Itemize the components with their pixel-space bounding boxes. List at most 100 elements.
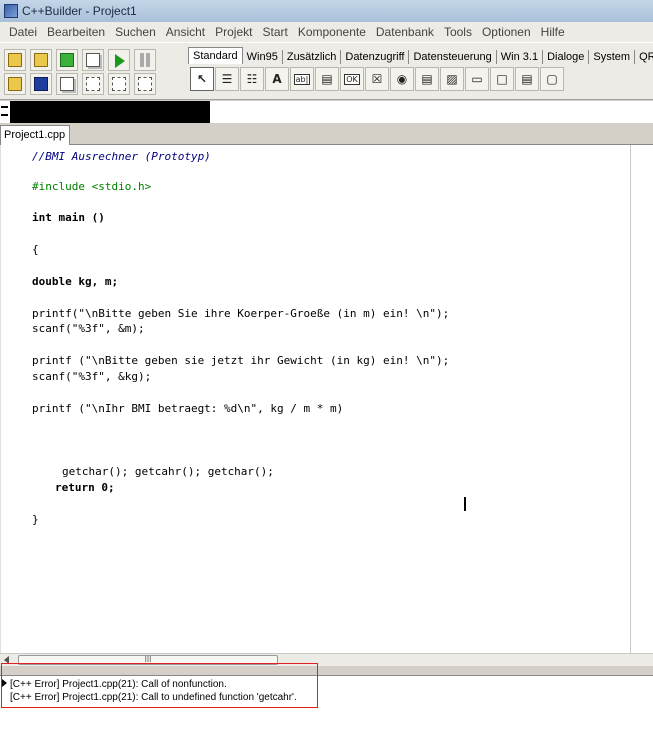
memo-component[interactable]: ▤ — [315, 67, 339, 91]
menu-bar: Datei Bearbeiten Suchen Ansicht Projekt … — [0, 22, 653, 42]
listbox-component[interactable]: ▤ — [415, 67, 439, 91]
text-cursor — [464, 497, 466, 511]
menu-datei[interactable]: Datei — [4, 25, 42, 39]
editor-gutter — [0, 145, 1, 653]
menu-tools[interactable]: Tools — [439, 25, 477, 39]
code-line: return 0; — [55, 481, 115, 494]
pointer-icon: ↖ — [196, 72, 208, 86]
menu-projekt[interactable]: Projekt — [210, 25, 257, 39]
save-button[interactable] — [30, 73, 52, 95]
trace-into-icon — [112, 77, 126, 91]
open-file-button[interactable] — [30, 49, 52, 71]
panel-icon: ▢ — [546, 72, 558, 86]
tab-win95[interactable]: Win95 — [243, 50, 283, 64]
window-title: C++Builder - Project1 — [22, 4, 137, 18]
tab-datenzugriff[interactable]: Datenzugriff — [341, 50, 410, 64]
open-project-button[interactable] — [4, 49, 26, 71]
form-icon — [86, 77, 100, 91]
folder-icon — [8, 77, 22, 91]
pause-button[interactable] — [134, 49, 156, 71]
code-line: //BMI Ausrechner (Prototyp) — [32, 150, 211, 163]
file-tab-bar: Project1.cpp — [0, 123, 653, 145]
toolbar-area: Standard Win95 Zusätzlich Datenzugriff D… — [0, 42, 653, 100]
groupbox-component[interactable]: □ — [490, 67, 514, 91]
memo-icon: ▤ — [321, 72, 333, 86]
main-menu-icon: ☰ — [221, 72, 233, 86]
error-highlight-box — [1, 663, 318, 708]
code-line: { — [32, 243, 39, 256]
button-component[interactable]: OK — [340, 67, 364, 91]
tab-qrepo[interactable]: QRepo — [635, 50, 653, 64]
menu-datenbank[interactable]: Datenbank — [371, 25, 439, 39]
title-bar: C++Builder - Project1 — [0, 0, 653, 22]
panel-component[interactable]: ▢ — [540, 67, 564, 91]
pages-icon — [86, 53, 100, 67]
palette-tabs: Standard Win95 Zusätzlich Datenzugriff D… — [188, 46, 653, 64]
tab-standard[interactable]: Standard — [188, 47, 243, 64]
menu-icon[interactable] — [1, 106, 8, 116]
pointer-tool[interactable]: ↖ — [190, 67, 214, 91]
tab-system[interactable]: System — [589, 50, 636, 64]
code-line: double kg, m; — [32, 275, 119, 288]
code-line: scanf("%3f", &m); — [32, 322, 145, 335]
code-line: printf ("\nIhr BMI betraegt: %d\n", kg /… — [32, 402, 344, 415]
scrollbar-component[interactable]: ▭ — [465, 67, 489, 91]
radiogroup-component[interactable]: ▤ — [515, 67, 539, 91]
checkbox-icon: ☒ — [371, 72, 383, 86]
tab-dialoge[interactable]: Dialoge — [543, 50, 590, 64]
listbox-icon: ▤ — [421, 72, 433, 86]
tab-win31[interactable]: Win 3.1 — [497, 50, 544, 64]
save-all-button[interactable] — [56, 73, 78, 95]
disk-icon — [34, 77, 48, 91]
menu-hilfe[interactable]: Hilfe — [536, 25, 570, 39]
menu-komponente[interactable]: Komponente — [293, 25, 371, 39]
folder-icon — [8, 53, 22, 67]
edit-icon: ab| — [293, 73, 311, 85]
tab-datensteuerung[interactable]: Datensteuerung — [409, 50, 497, 64]
label-component[interactable]: A — [265, 67, 289, 91]
popupmenu-component[interactable]: ☷ — [240, 67, 264, 91]
trace-into-button[interactable] — [108, 73, 130, 95]
menu-start[interactable]: Start — [257, 25, 292, 39]
radiobutton-component[interactable]: ◉ — [390, 67, 414, 91]
combobox-icon: ▨ — [446, 72, 458, 86]
open-button[interactable] — [4, 73, 26, 95]
step-over-icon — [138, 77, 152, 91]
toggle-form-button[interactable] — [82, 73, 104, 95]
code-line: scanf("%3f", &kg); — [32, 370, 152, 383]
code-line: } — [32, 513, 39, 526]
app-icon — [4, 4, 18, 18]
add-to-project-button[interactable] — [56, 49, 78, 71]
popup-menu-icon: ☷ — [246, 72, 258, 86]
radiogroup-icon: ▤ — [521, 72, 533, 86]
folder-icon — [34, 53, 48, 67]
right-margin-line — [630, 145, 631, 653]
palette-components: ↖ ☰ ☷ A ab| ▤ OK ☒ ◉ ▤ ▨ ▭ □ ▤ ▢ — [188, 64, 653, 94]
redacted-region — [10, 101, 210, 123]
menu-optionen[interactable]: Optionen — [477, 25, 536, 39]
pause-icon — [140, 53, 150, 67]
tab-project1-cpp[interactable]: Project1.cpp — [0, 125, 71, 145]
menu-ansicht[interactable]: Ansicht — [161, 25, 210, 39]
code-line: printf ("\nBitte geben sie jetzt ihr Gew… — [32, 354, 450, 367]
mainmenu-component[interactable]: ☰ — [215, 67, 239, 91]
radio-icon: ◉ — [396, 72, 408, 86]
checkbox-component[interactable]: ☒ — [365, 67, 389, 91]
code-line: printf("\nBitte geben Sie ihre Koerper-G… — [32, 307, 450, 320]
play-icon — [115, 54, 125, 68]
menu-bearbeiten[interactable]: Bearbeiten — [42, 25, 110, 39]
combobox-component[interactable]: ▨ — [440, 67, 464, 91]
button-icon: OK — [344, 73, 360, 85]
run-button[interactable] — [108, 49, 130, 71]
step-over-button[interactable] — [134, 73, 156, 95]
code-line: int main () — [32, 211, 105, 224]
editor-header-strip — [0, 101, 653, 123]
tab-zusaetzlich[interactable]: Zusätzlich — [283, 50, 342, 64]
edit-component[interactable]: ab| — [290, 67, 314, 91]
code-line: #include <stdio.h> — [32, 180, 152, 193]
groupbox-icon: □ — [496, 72, 508, 86]
menu-suchen[interactable]: Suchen — [110, 25, 161, 39]
new-form-button[interactable] — [82, 49, 104, 71]
speedbar — [4, 49, 180, 97]
code-editor[interactable]: //BMI Ausrechner (Prototyp) #include <st… — [0, 145, 653, 653]
